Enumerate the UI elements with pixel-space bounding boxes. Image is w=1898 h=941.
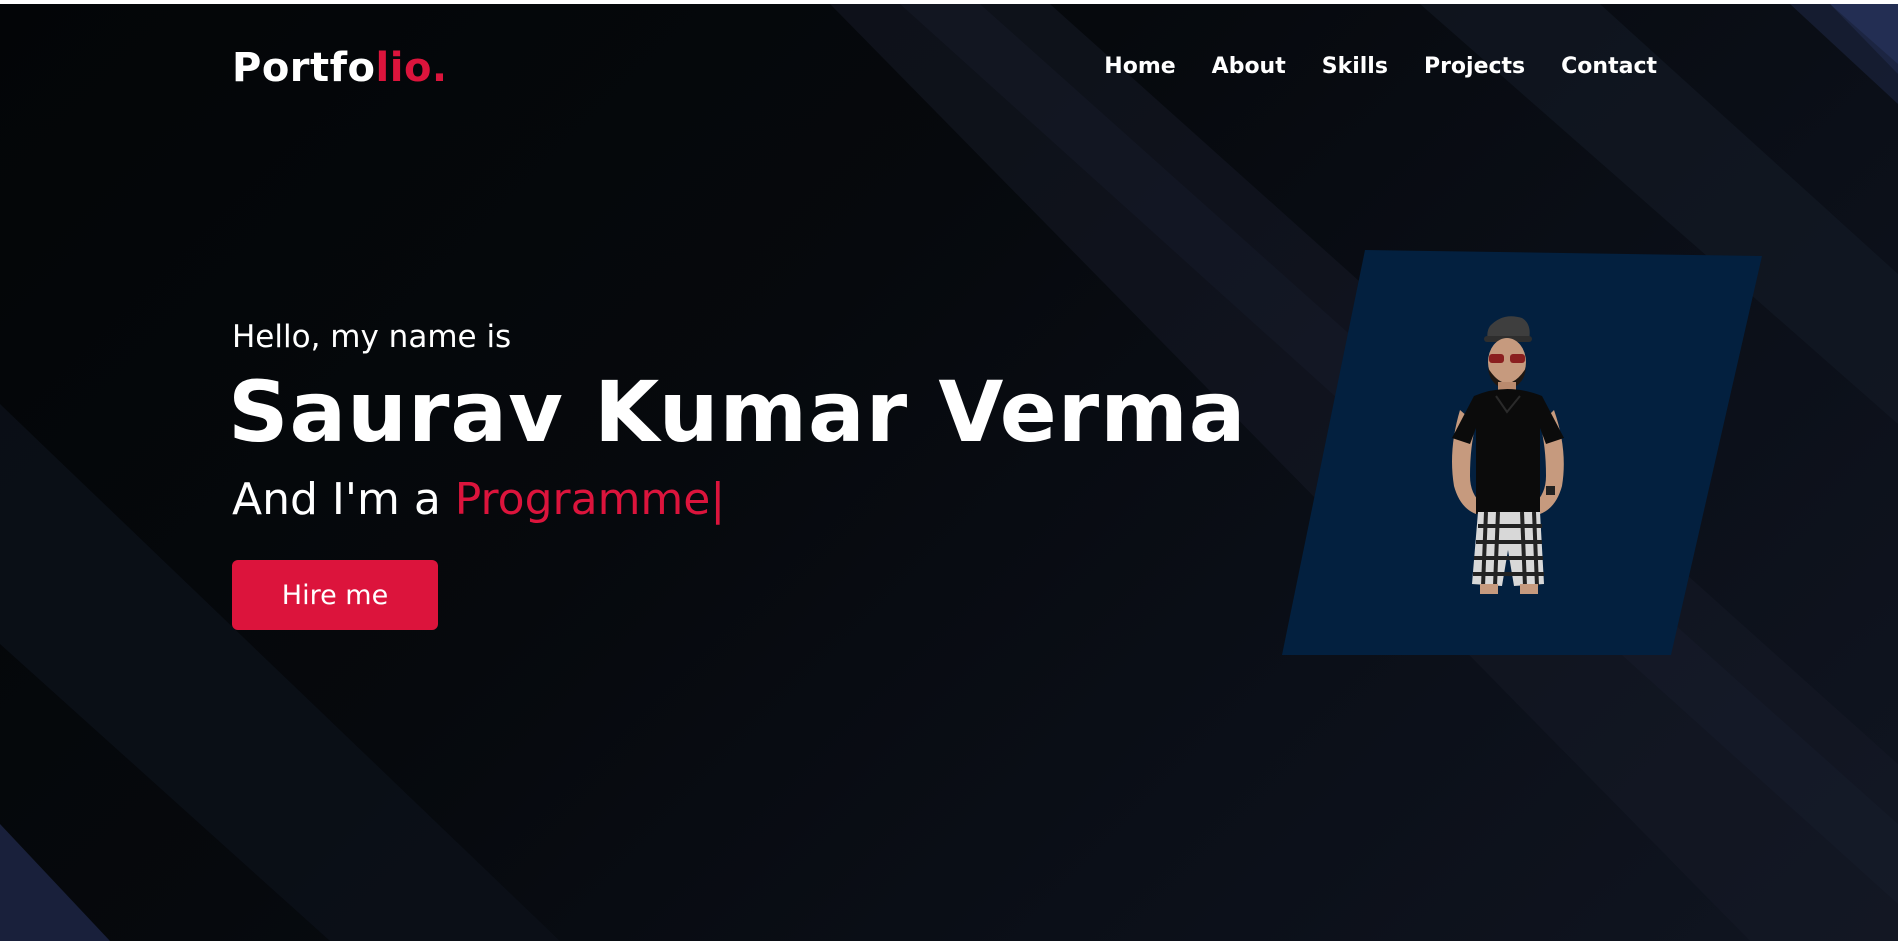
- role-typed-text: Programme: [454, 474, 711, 525]
- hire-me-button[interactable]: Hire me: [232, 560, 438, 630]
- hero-section: Portfolio. Home About Skills Projects Co…: [0, 4, 1898, 941]
- nav-item-home[interactable]: Home: [1104, 56, 1175, 78]
- main-nav: Home About Skills Projects Contact: [1104, 56, 1657, 78]
- logo-text: Portfo: [232, 45, 376, 91]
- nav-item-skills[interactable]: Skills: [1322, 56, 1388, 78]
- typing-cursor: |: [710, 474, 726, 525]
- profile-photo-card: [1282, 250, 1762, 655]
- hero-name: Saurav Kumar Verma: [228, 363, 1247, 461]
- hero-role: And I'm a Programme|: [232, 478, 725, 522]
- nav-item-contact[interactable]: Contact: [1561, 56, 1657, 78]
- site-logo[interactable]: Portfolio.: [232, 48, 448, 88]
- hero-greeting: Hello, my name is: [232, 319, 512, 355]
- nav-item-about[interactable]: About: [1212, 56, 1286, 78]
- role-prefix: And I'm a: [232, 474, 455, 525]
- nav-item-projects[interactable]: Projects: [1424, 56, 1525, 78]
- logo-accent-text: lio.: [375, 45, 448, 91]
